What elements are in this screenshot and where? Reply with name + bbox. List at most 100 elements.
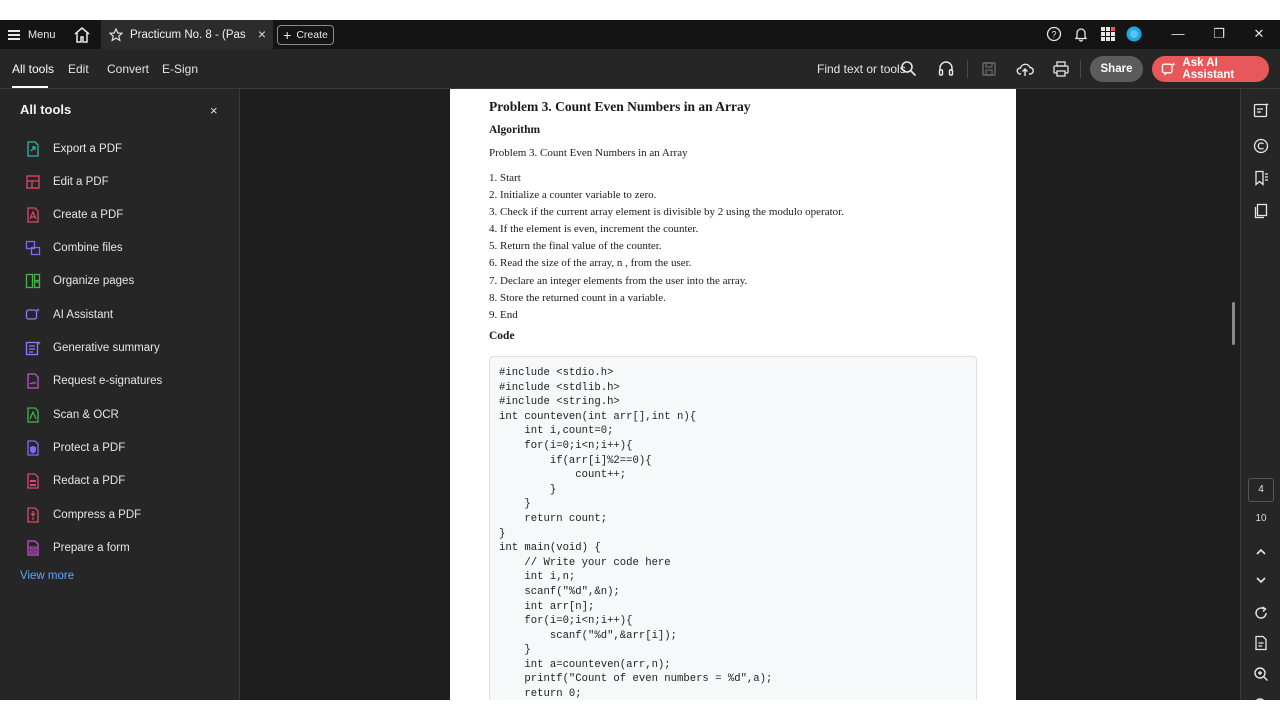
algorithm-steps: 1. Start 2. Initialize a counter variabl… xyxy=(489,170,844,324)
minimize-icon[interactable]: — xyxy=(1168,24,1188,44)
cloud-upload-icon[interactable] xyxy=(1016,60,1034,78)
print-icon[interactable] xyxy=(1052,60,1070,78)
plus-icon: + xyxy=(283,27,292,43)
tool-label: Request e-signatures xyxy=(53,375,163,387)
edit-pdf-icon xyxy=(26,175,40,189)
problem-heading: Problem 3. Count Even Numbers in an Arra… xyxy=(489,99,751,114)
annotations-icon[interactable] xyxy=(1253,138,1269,154)
apps-grid-icon[interactable] xyxy=(1100,26,1116,42)
window-close-icon[interactable]: ✕ xyxy=(1249,24,1269,44)
right-rail: 4 10 xyxy=(1240,89,1280,700)
menu-label: Menu xyxy=(28,29,56,41)
panel-title: All tools xyxy=(20,102,72,117)
all-tools-panel: All tools × Export a PDF Edit a PDF Crea… xyxy=(0,89,240,700)
combine-files-icon xyxy=(25,240,41,256)
profile-icon[interactable] xyxy=(1126,26,1142,42)
step-item: 2. Initialize a counter variable to zero… xyxy=(489,189,657,202)
request-esign-icon xyxy=(27,373,39,389)
tool-protect-pdf[interactable]: Protect a PDF xyxy=(25,436,125,460)
redact-pdf-icon xyxy=(27,473,39,489)
tool-redact-pdf[interactable]: Redact a PDF xyxy=(25,469,125,493)
svg-text:?: ? xyxy=(1051,30,1056,40)
pdf-page: Problem 3. Count Even Numbers in an Arra… xyxy=(450,89,1016,700)
tab-all-tools[interactable]: All tools xyxy=(12,62,54,76)
step-item: 5. Return the final value of the counter… xyxy=(489,240,662,253)
compress-pdf-icon xyxy=(27,507,39,523)
tab-title: Practicum No. 8 - (Passi... xyxy=(130,28,246,41)
tool-label: Combine files xyxy=(53,242,123,254)
tab-edit[interactable]: Edit xyxy=(68,62,89,76)
tab-convert[interactable]: Convert xyxy=(107,62,149,76)
bookmark-icon[interactable] xyxy=(1253,170,1269,186)
tool-prepare-form[interactable]: Prepare a form xyxy=(25,536,130,560)
view-more-link[interactable]: View more xyxy=(20,570,74,582)
scrollbar-thumb[interactable] xyxy=(1232,302,1235,345)
find-text-tools[interactable]: Find text or tools xyxy=(817,62,906,76)
document-tab[interactable]: Practicum No. 8 - (Passi... × xyxy=(101,20,273,49)
create-pdf-icon xyxy=(27,207,39,223)
scan-ocr-icon xyxy=(27,407,39,423)
star-icon[interactable] xyxy=(109,27,123,42)
tool-ai-assistant[interactable]: AI Assistant xyxy=(25,303,113,327)
main-toolbar: All tools Edit Convert E-Sign Find text … xyxy=(0,49,1280,89)
tool-label: Export a PDF xyxy=(53,143,123,155)
chevron-up-icon[interactable] xyxy=(1253,544,1269,560)
tool-label: Redact a PDF xyxy=(53,475,126,487)
tool-generative-summary[interactable]: Generative summary xyxy=(25,336,160,360)
tool-label: Prepare a form xyxy=(53,542,130,554)
toolbar-divider xyxy=(1080,60,1081,78)
tool-edit-pdf[interactable]: Edit a PDF xyxy=(25,170,109,194)
panel-close-icon[interactable]: × xyxy=(210,103,218,118)
home-icon[interactable] xyxy=(72,26,92,44)
tab-close-icon[interactable]: × xyxy=(258,26,266,42)
tool-label: Create a PDF xyxy=(53,209,124,221)
ask-ai-label: Ask AI Assistant xyxy=(1182,57,1235,81)
algorithm-intro: Problem 3. Count Even Numbers in an Arra… xyxy=(489,147,688,159)
refresh-icon[interactable] xyxy=(1253,605,1269,621)
share-button[interactable]: Share xyxy=(1090,56,1143,82)
comment-panel-icon[interactable] xyxy=(1253,102,1269,118)
total-pages: 10 xyxy=(1255,513,1267,524)
tool-label: AI Assistant xyxy=(53,309,114,321)
step-item: 7. Declare an integer elements from the … xyxy=(489,274,748,287)
tab-esign[interactable]: E-Sign xyxy=(162,62,198,76)
menu-button[interactable]: Menu xyxy=(8,25,56,45)
tool-scan-ocr[interactable]: Scan & OCR xyxy=(25,403,119,427)
ask-ai-assistant-button[interactable]: Ask AI Assistant xyxy=(1152,56,1269,82)
active-tab-indicator xyxy=(12,86,48,88)
code-text: #include <stdio.h> #include <stdlib.h> #… xyxy=(499,367,773,700)
tool-organize-pages[interactable]: Organize pages xyxy=(25,269,134,293)
step-item: 8. Store the returned count in a variabl… xyxy=(489,291,666,304)
code-heading: Code xyxy=(489,330,515,342)
zoom-out-icon[interactable] xyxy=(1253,697,1269,700)
tool-label: Generative summary xyxy=(53,342,160,354)
page-settings-icon[interactable] xyxy=(1253,635,1269,651)
zoom-in-icon[interactable] xyxy=(1253,666,1269,682)
search-icon[interactable] xyxy=(900,60,917,77)
chevron-down-icon[interactable] xyxy=(1253,572,1269,588)
page-thumbnails-icon[interactable] xyxy=(1253,203,1269,219)
document-viewer[interactable]: Problem 3. Count Even Numbers in an Arra… xyxy=(240,89,1240,700)
create-button[interactable]: + Create xyxy=(277,25,334,45)
tool-create-pdf[interactable]: Create a PDF xyxy=(25,203,123,227)
tool-label: Organize pages xyxy=(53,275,135,287)
help-icon[interactable]: ? xyxy=(1046,26,1062,42)
bell-icon[interactable] xyxy=(1073,26,1089,42)
create-label: Create xyxy=(296,29,328,41)
read-aloud-icon[interactable] xyxy=(937,60,955,78)
tool-compress-pdf[interactable]: Compress a PDF xyxy=(25,503,141,527)
hamburger-icon xyxy=(8,30,20,40)
tool-export-pdf[interactable]: Export a PDF xyxy=(25,137,122,161)
title-bar: Menu Practicum No. 8 - (Passi... × + Cre… xyxy=(0,20,1280,49)
tool-combine-files[interactable]: Combine files xyxy=(25,236,123,260)
step-item: 3. Check if the current array element is… xyxy=(489,206,844,219)
step-item: 9. End xyxy=(489,308,518,321)
acrobat-window: Menu Practicum No. 8 - (Passi... × + Cre… xyxy=(0,20,1280,700)
restore-icon[interactable]: ❐ xyxy=(1209,24,1229,44)
organize-pages-icon xyxy=(25,273,41,289)
tool-request-esignatures[interactable]: Request e-signatures xyxy=(25,369,162,393)
tool-label: Protect a PDF xyxy=(53,442,126,454)
code-block: #include <stdio.h> #include <stdlib.h> #… xyxy=(489,356,977,700)
current-page-input[interactable]: 4 xyxy=(1248,478,1274,502)
save-icon[interactable] xyxy=(980,60,998,78)
